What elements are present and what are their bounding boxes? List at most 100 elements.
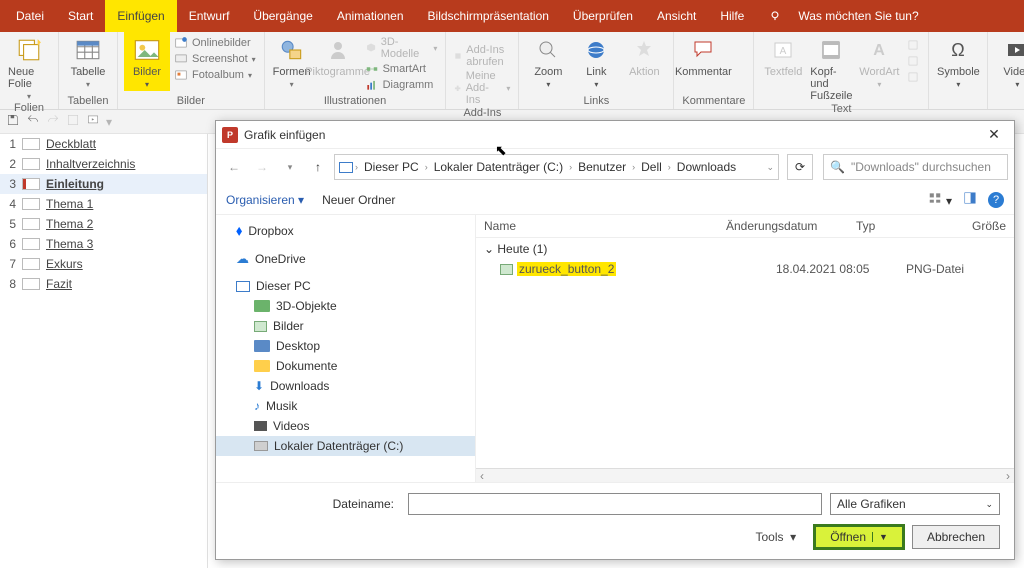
dropbox-icon: ⬧	[236, 222, 242, 239]
group-text: Text	[762, 102, 920, 117]
tools-button[interactable]: Tools ▾	[756, 530, 797, 544]
smartart-button[interactable]: SmartArt	[365, 62, 438, 76]
tab-uebergaenge[interactable]: Übergänge	[241, 0, 324, 32]
new-slide-button[interactable]: Neue Folie▾	[8, 34, 50, 101]
tree-desktop[interactable]: Desktop	[216, 336, 475, 356]
online-pictures-button[interactable]: Onlinebilder	[174, 36, 256, 50]
3d-models-button[interactable]: 3D-Modelle ▾	[365, 36, 438, 60]
action-button[interactable]: Aktion	[623, 34, 665, 78]
picture-icon	[254, 321, 267, 332]
get-addins-button[interactable]: Add-Ins abrufen	[454, 44, 510, 68]
undo-icon[interactable]	[26, 113, 40, 130]
slide-panel: 1Deckblatt 2Inhaltverzeichnis 3Einleitun…	[0, 134, 208, 568]
tree-this-pc[interactable]: Dieser PC	[216, 276, 475, 296]
tree-disk-c[interactable]: Lokaler Datenträger (C:)	[216, 436, 475, 456]
slide-thumb-7[interactable]: 7Exkurs	[0, 254, 207, 274]
chart-button[interactable]: Diagramm	[365, 78, 438, 92]
address-bar[interactable]: › Dieser PC› Lokaler Datenträger (C:)› B…	[334, 154, 779, 180]
pictures-button[interactable]: Bilder▾	[126, 34, 168, 89]
tree-3d[interactable]: 3D-Objekte	[216, 296, 475, 316]
col-type: Typ	[856, 219, 956, 233]
recent-button[interactable]: ▾	[278, 155, 302, 179]
text-extra-3[interactable]	[906, 70, 920, 84]
tab-entwurf[interactable]: Entwurf	[177, 0, 242, 32]
insert-picture-dialog: P Grafik einfügen ✕ ← → ▾ ↑ › Dieser PC›…	[215, 120, 1015, 560]
tree-downloads[interactable]: ⬇Downloads	[216, 376, 475, 396]
save-icon[interactable]	[6, 113, 20, 130]
zoom-button[interactable]: Zoom▾	[527, 34, 569, 89]
crumb-disk[interactable]: Lokaler Datenträger (C:)	[430, 160, 567, 174]
new-folder-button[interactable]: Neuer Ordner	[322, 193, 395, 207]
group-addins: Add-Ins	[454, 106, 510, 121]
group-links: Links	[527, 94, 665, 109]
group-kommentare: Kommentare	[682, 94, 745, 109]
tree-onedrive[interactable]: ☁OneDrive	[216, 248, 475, 270]
col-date: Änderungsdatum	[726, 219, 856, 233]
tab-bildschirmpraesentation[interactable]: Bildschirmpräsentation	[416, 0, 561, 32]
crumb-pc[interactable]: Dieser PC	[360, 160, 423, 174]
tree-musik[interactable]: ♪Musik	[216, 396, 475, 416]
tab-ueberpruefen[interactable]: Überprüfen	[561, 0, 645, 32]
filename-input[interactable]	[408, 493, 822, 515]
refresh-button[interactable]: ⟳	[787, 154, 813, 180]
my-addins-button[interactable]: Meine Add-Ins ▾	[454, 70, 510, 106]
file-row[interactable]: zurueck_button_2 18.04.2021 08:05 PNG-Da…	[476, 260, 1014, 278]
preview-pane-button[interactable]	[962, 191, 978, 208]
text-extra-2[interactable]	[906, 54, 920, 68]
close-icon[interactable]: ✕	[980, 126, 1008, 143]
slide-thumb-1[interactable]: 1Deckblatt	[0, 134, 207, 154]
tree-videos[interactable]: Videos	[216, 416, 475, 436]
wordart-button[interactable]: AWordArt▾	[858, 34, 900, 89]
tree-dokumente[interactable]: Dokumente	[216, 356, 475, 376]
symbols-button[interactable]: ΩSymbole▾	[937, 34, 979, 89]
tab-datei[interactable]: Datei	[4, 0, 56, 32]
cancel-button[interactable]: Abbrechen	[912, 525, 1000, 549]
qat-more-icon[interactable]: ▾	[106, 115, 112, 129]
view-button[interactable]: ▾	[927, 191, 952, 208]
tab-hilfe[interactable]: Hilfe	[708, 0, 756, 32]
back-button[interactable]: ←	[222, 155, 246, 179]
tree-dropbox[interactable]: ⬧Dropbox	[216, 219, 475, 242]
group-illustrationen: Illustrationen	[273, 94, 438, 109]
pc-icon	[236, 281, 250, 292]
text-extra-1[interactable]	[906, 38, 920, 52]
header-footer-button[interactable]: Kopf- und Fußzeile	[810, 34, 852, 102]
tab-ansicht[interactable]: Ansicht	[645, 0, 708, 32]
slide-thumb-4[interactable]: 4Thema 1	[0, 194, 207, 214]
textbox-button[interactable]: ATextfeld	[762, 34, 804, 78]
filetype-filter[interactable]: Alle Grafiken⌄	[830, 493, 1000, 515]
group-header[interactable]: ⌄ Heute (1)	[476, 238, 1014, 260]
qat-4-icon[interactable]	[66, 113, 80, 130]
search-input[interactable]: 🔍"Downloads" durchsuchen	[823, 154, 1008, 180]
tab-start[interactable]: Start	[56, 0, 105, 32]
icons-button[interactable]: Piktogramme	[317, 34, 359, 78]
start-from-beginning-icon[interactable]	[86, 113, 100, 130]
slide-thumb-5[interactable]: 5Thema 2	[0, 214, 207, 234]
organize-button[interactable]: Organisieren ▾	[226, 193, 304, 207]
crumb-dell[interactable]: Dell	[637, 160, 666, 174]
shapes-button[interactable]: Formen▾	[273, 34, 311, 89]
svg-text:Ω: Ω	[952, 40, 965, 60]
up-button[interactable]: ↑	[306, 155, 330, 179]
tab-animationen[interactable]: Animationen	[325, 0, 416, 32]
tab-einfuegen[interactable]: Einfügen	[105, 0, 176, 32]
video-button[interactable]: Video▾	[996, 34, 1024, 89]
screenshot-button[interactable]: Screenshot ▾	[174, 52, 256, 66]
crumb-users[interactable]: Benutzer	[574, 160, 630, 174]
photoalbum-button[interactable]: Fotoalbum ▾	[174, 68, 256, 82]
tree-bilder[interactable]: Bilder	[216, 316, 475, 336]
help-icon[interactable]: ?	[988, 192, 1004, 208]
slide-thumb-2[interactable]: 2Inhaltverzeichnis	[0, 154, 207, 174]
open-button[interactable]: Öffnen▼	[814, 525, 904, 549]
link-button[interactable]: Link▾	[575, 34, 617, 89]
horizontal-scrollbar[interactable]: ‹›	[476, 468, 1014, 482]
crumb-downloads[interactable]: Downloads	[673, 160, 740, 174]
slide-thumb-8[interactable]: 8Fazit	[0, 274, 207, 294]
comment-button[interactable]: Kommentar	[682, 34, 724, 78]
column-headers[interactable]: Name Änderungsdatum Typ Größe	[476, 215, 1014, 238]
table-button[interactable]: Tabelle▾	[67, 34, 109, 89]
slide-thumb-3[interactable]: 3Einleitung	[0, 174, 207, 194]
redo-icon[interactable]	[46, 113, 60, 130]
tell-me[interactable]: Was möchten Sie tun?	[756, 0, 942, 32]
slide-thumb-6[interactable]: 6Thema 3	[0, 234, 207, 254]
